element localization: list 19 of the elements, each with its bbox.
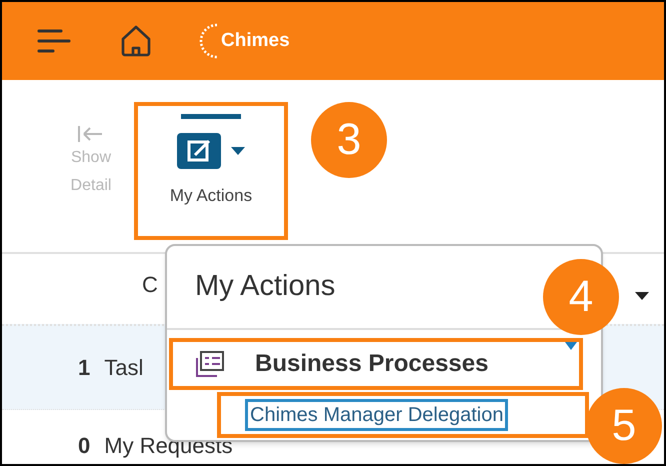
my-actions-button[interactable]: My Actions	[138, 106, 284, 236]
selected-indicator	[181, 114, 241, 119]
column-header[interactable]: C	[142, 272, 158, 297]
home-icon[interactable]	[119, 24, 153, 58]
task-label: My Requests	[104, 432, 233, 460]
logo: Chimes	[197, 21, 290, 61]
caret-icon	[231, 147, 245, 155]
menu-icon[interactable]	[37, 27, 71, 55]
task-label: Tasl	[104, 354, 144, 382]
dropdown-caret-icon[interactable]	[635, 292, 649, 300]
submenu-item[interactable]: Chimes Manager Delegation	[245, 399, 508, 431]
task-count: 0	[78, 432, 90, 460]
task-count: 1	[78, 354, 90, 382]
edit-icon	[177, 133, 221, 169]
callout-badge: 3	[311, 102, 387, 178]
menu-item[interactable]: Business Processes	[169, 338, 583, 390]
list-icon	[195, 350, 225, 378]
logo-icon	[197, 21, 219, 61]
caret-icon	[565, 342, 577, 350]
